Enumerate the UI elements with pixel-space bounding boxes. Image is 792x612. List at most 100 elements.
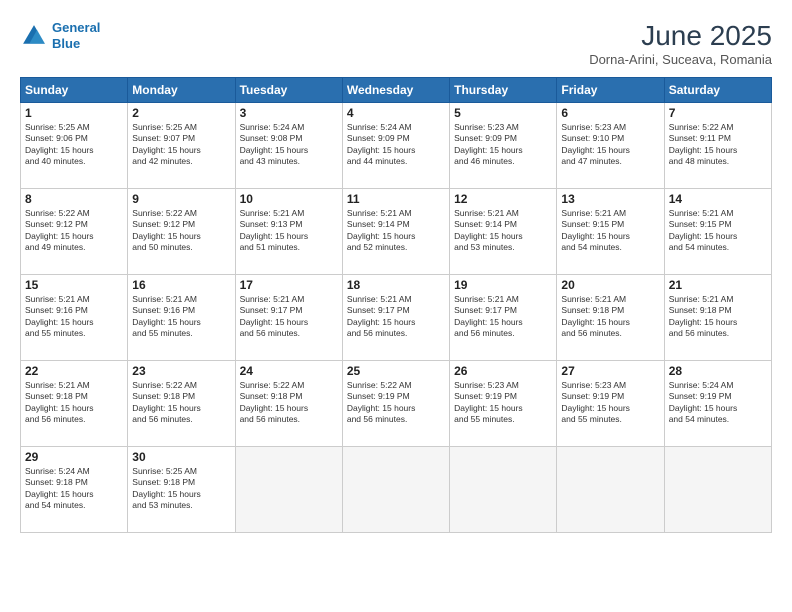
day-info: Sunrise: 5:24 AMSunset: 9:09 PMDaylight:…: [347, 122, 445, 168]
table-row: 19 Sunrise: 5:21 AMSunset: 9:17 PMDayligh…: [450, 275, 557, 361]
day-info: Sunrise: 5:22 AMSunset: 9:12 PMDaylight:…: [132, 208, 230, 254]
day-info: Sunrise: 5:22 AMSunset: 9:19 PMDaylight:…: [347, 380, 445, 426]
table-row: 29 Sunrise: 5:24 AMSunset: 9:18 PMDayligh…: [21, 447, 128, 533]
table-row: 28 Sunrise: 5:24 AMSunset: 9:19 PMDayligh…: [664, 361, 771, 447]
day-number: 11: [347, 192, 445, 206]
table-row: 23 Sunrise: 5:22 AMSunset: 9:18 PMDayligh…: [128, 361, 235, 447]
table-row: 12Sunrise: 5:21 AMSunset: 9:14 PMDayligh…: [450, 189, 557, 275]
table-row: 5 Sunrise: 5:23 AMSunset: 9:09 PMDaylight…: [450, 103, 557, 189]
table-row: 7 Sunrise: 5:22 AMSunset: 9:11 PMDaylight…: [664, 103, 771, 189]
day-number: 12: [454, 192, 552, 206]
table-row: 14Sunrise: 5:21 AMSunset: 9:15 PMDayligh…: [664, 189, 771, 275]
table-row: 17 Sunrise: 5:21 AMSunset: 9:17 PMDayligh…: [235, 275, 342, 361]
col-monday: Monday: [128, 78, 235, 103]
calendar-header-row: Sunday Monday Tuesday Wednesday Thursday…: [21, 78, 772, 103]
table-row: 11Sunrise: 5:21 AMSunset: 9:14 PMDayligh…: [342, 189, 449, 275]
table-row: 20 Sunrise: 5:21 AMSunset: 9:18 PMDayligh…: [557, 275, 664, 361]
day-info: Sunrise: 5:23 AMSunset: 9:10 PMDaylight:…: [561, 122, 659, 168]
day-number: 20: [561, 278, 659, 292]
col-friday: Friday: [557, 78, 664, 103]
day-info: Sunrise: 5:25 AMSunset: 9:06 PMDaylight:…: [25, 122, 123, 168]
day-number: 13: [561, 192, 659, 206]
header: General Blue June 2025 Dorna-Arini, Suce…: [20, 20, 772, 67]
day-number: 29: [25, 450, 123, 464]
day-info: Sunrise: 5:21 AMSunset: 9:13 PMDaylight:…: [240, 208, 338, 254]
table-row: [235, 447, 342, 533]
day-info: Sunrise: 5:24 AMSunset: 9:18 PMDaylight:…: [25, 466, 123, 512]
day-number: 19: [454, 278, 552, 292]
col-thursday: Thursday: [450, 78, 557, 103]
table-row: 4 Sunrise: 5:24 AMSunset: 9:09 PMDaylight…: [342, 103, 449, 189]
table-row: 30 Sunrise: 5:25 AMSunset: 9:18 PMDayligh…: [128, 447, 235, 533]
day-info: Sunrise: 5:21 AMSunset: 9:17 PMDaylight:…: [454, 294, 552, 340]
day-number: 4: [347, 106, 445, 120]
logo-line2: Blue: [52, 36, 80, 51]
day-number: 14: [669, 192, 767, 206]
day-info: Sunrise: 5:21 AMSunset: 9:17 PMDaylight:…: [347, 294, 445, 340]
day-info: Sunrise: 5:24 AMSunset: 9:19 PMDaylight:…: [669, 380, 767, 426]
day-info: Sunrise: 5:21 AMSunset: 9:17 PMDaylight:…: [240, 294, 338, 340]
day-info: Sunrise: 5:21 AMSunset: 9:16 PMDaylight:…: [132, 294, 230, 340]
table-row: 9Sunrise: 5:22 AMSunset: 9:12 PMDaylight…: [128, 189, 235, 275]
day-number: 7: [669, 106, 767, 120]
day-number: 2: [132, 106, 230, 120]
day-info: Sunrise: 5:21 AMSunset: 9:18 PMDaylight:…: [25, 380, 123, 426]
day-info: Sunrise: 5:21 AMSunset: 9:15 PMDaylight:…: [561, 208, 659, 254]
table-row: 18 Sunrise: 5:21 AMSunset: 9:17 PMDayligh…: [342, 275, 449, 361]
day-number: 30: [132, 450, 230, 464]
logo-text: General Blue: [52, 20, 100, 51]
month-title: June 2025: [589, 20, 772, 52]
table-row: 27Sunrise: 5:23 AMSunset: 9:19 PMDayligh…: [557, 361, 664, 447]
calendar-week-row: 1Sunrise: 5:25 AMSunset: 9:06 PMDaylight…: [21, 103, 772, 189]
day-info: Sunrise: 5:22 AMSunset: 9:18 PMDaylight:…: [240, 380, 338, 426]
col-tuesday: Tuesday: [235, 78, 342, 103]
table-row: 13 Sunrise: 5:21 AMSunset: 9:15 PMDayligh…: [557, 189, 664, 275]
day-info: Sunrise: 5:23 AMSunset: 9:19 PMDaylight:…: [454, 380, 552, 426]
day-number: 3: [240, 106, 338, 120]
day-number: 24: [240, 364, 338, 378]
calendar-week-row: 8 Sunrise: 5:22 AMSunset: 9:12 PMDaylight…: [21, 189, 772, 275]
logo-line1: General: [52, 20, 100, 35]
table-row: [664, 447, 771, 533]
calendar-table: Sunday Monday Tuesday Wednesday Thursday…: [20, 77, 772, 533]
day-number: 5: [454, 106, 552, 120]
day-number: 15: [25, 278, 123, 292]
table-row: 21 Sunrise: 5:21 AMSunset: 9:18 PMDayligh…: [664, 275, 771, 361]
table-row: 24 Sunrise: 5:22 AMSunset: 9:18 PMDayligh…: [235, 361, 342, 447]
table-row: 2Sunrise: 5:25 AMSunset: 9:07 PMDaylight…: [128, 103, 235, 189]
day-info: Sunrise: 5:22 AMSunset: 9:18 PMDaylight:…: [132, 380, 230, 426]
table-row: [557, 447, 664, 533]
table-row: 3 Sunrise: 5:24 AMSunset: 9:08 PMDaylight…: [235, 103, 342, 189]
table-row: 6Sunrise: 5:23 AMSunset: 9:10 PMDaylight…: [557, 103, 664, 189]
table-row: [450, 447, 557, 533]
col-saturday: Saturday: [664, 78, 771, 103]
logo-icon: [20, 22, 48, 50]
calendar-week-row: 15 Sunrise: 5:21 AMSunset: 9:16 PMDayligh…: [21, 275, 772, 361]
table-row: 8 Sunrise: 5:22 AMSunset: 9:12 PMDaylight…: [21, 189, 128, 275]
table-row: 1Sunrise: 5:25 AMSunset: 9:06 PMDaylight…: [21, 103, 128, 189]
table-row: 26 Sunrise: 5:23 AMSunset: 9:19 PMDayligh…: [450, 361, 557, 447]
day-number: 28: [669, 364, 767, 378]
day-info: Sunrise: 5:24 AMSunset: 9:08 PMDaylight:…: [240, 122, 338, 168]
day-number: 16: [132, 278, 230, 292]
day-info: Sunrise: 5:21 AMSunset: 9:18 PMDaylight:…: [669, 294, 767, 340]
day-number: 21: [669, 278, 767, 292]
day-number: 27: [561, 364, 659, 378]
table-row: 16 Sunrise: 5:21 AMSunset: 9:16 PMDayligh…: [128, 275, 235, 361]
day-info: Sunrise: 5:25 AMSunset: 9:18 PMDaylight:…: [132, 466, 230, 512]
day-number: 10: [240, 192, 338, 206]
day-number: 18: [347, 278, 445, 292]
table-row: 22 Sunrise: 5:21 AMSunset: 9:18 PMDayligh…: [21, 361, 128, 447]
day-info: Sunrise: 5:21 AMSunset: 9:16 PMDaylight:…: [25, 294, 123, 340]
day-info: Sunrise: 5:23 AMSunset: 9:09 PMDaylight:…: [454, 122, 552, 168]
day-number: 17: [240, 278, 338, 292]
day-number: 26: [454, 364, 552, 378]
table-row: [342, 447, 449, 533]
day-number: 8: [25, 192, 123, 206]
day-number: 23: [132, 364, 230, 378]
day-info: Sunrise: 5:21 AMSunset: 9:18 PMDaylight:…: [561, 294, 659, 340]
day-info: Sunrise: 5:22 AMSunset: 9:12 PMDaylight:…: [25, 208, 123, 254]
col-sunday: Sunday: [21, 78, 128, 103]
day-info: Sunrise: 5:22 AMSunset: 9:11 PMDaylight:…: [669, 122, 767, 168]
day-number: 22: [25, 364, 123, 378]
